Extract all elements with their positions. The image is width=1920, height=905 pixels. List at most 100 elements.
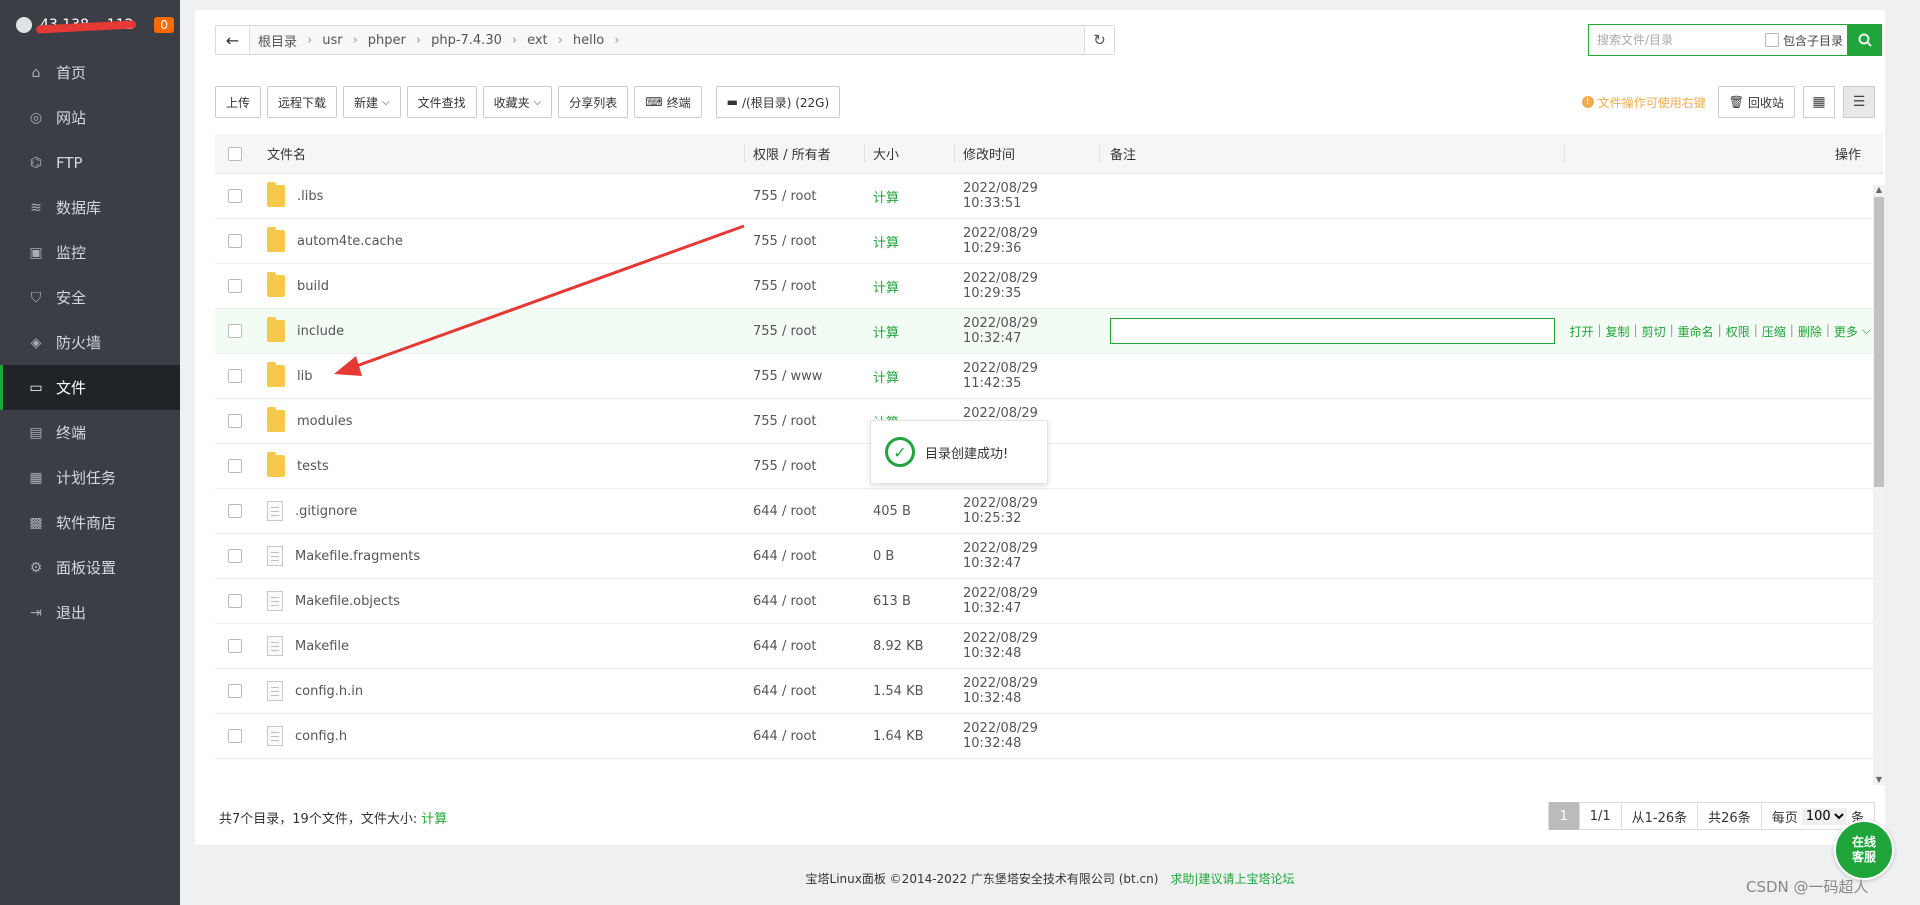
share-list-button[interactable]: 分享列表 bbox=[558, 86, 629, 118]
disk-button[interactable]: ▬/(根目录) (22G) bbox=[715, 86, 841, 118]
table-row[interactable]: modules755 / root计算2022/08/29 10:32:51 bbox=[215, 399, 1883, 444]
upload-button[interactable]: 上传 bbox=[215, 86, 262, 118]
file-size[interactable]: 计算 bbox=[865, 187, 955, 206]
breadcrumb-item[interactable]: usr bbox=[322, 33, 342, 48]
file-size[interactable]: 计算 bbox=[865, 367, 955, 386]
file-perm[interactable]: 644 / root bbox=[745, 549, 865, 564]
checkbox-icon[interactable] bbox=[1764, 33, 1779, 47]
file-name[interactable]: Makefile.objects bbox=[295, 594, 400, 609]
file-perm[interactable]: 755 / root bbox=[745, 459, 865, 474]
sidebar-item-9[interactable]: ▦ 计划任务 bbox=[0, 455, 180, 500]
breadcrumb-item[interactable]: php-7.4.30 bbox=[431, 33, 502, 48]
file-perm[interactable]: 755 / www bbox=[745, 369, 865, 384]
file-name[interactable]: autom4te.cache bbox=[297, 234, 403, 249]
row-checkbox[interactable] bbox=[228, 504, 242, 518]
header-name[interactable]: 文件名 bbox=[255, 144, 745, 163]
breadcrumb-item[interactable]: phper bbox=[368, 33, 406, 48]
file-perm[interactable]: 755 / root bbox=[745, 414, 865, 429]
row-action-0[interactable]: 打开 bbox=[1569, 323, 1593, 340]
terminal-button[interactable]: ⌨ 终端 bbox=[634, 86, 702, 118]
table-row[interactable]: config.h 644 / root 1.64 KB 2022/08/29 10:3… bbox=[215, 714, 1883, 759]
breadcrumb-item[interactable]: ext bbox=[527, 33, 548, 48]
table-row[interactable]: autom4te.cache 755 / root 计算 2022/08/29 10:… bbox=[215, 219, 1883, 264]
breadcrumb[interactable]: 根目录 › usr › phper › php-7.4.30 › ext › hello › bbox=[250, 26, 1084, 54]
file-perm[interactable]: 755 / root bbox=[745, 234, 865, 249]
header-perm[interactable]: 权限 / 所有者 bbox=[745, 144, 865, 163]
file-perm[interactable]: 755 / root bbox=[745, 279, 865, 294]
table-row[interactable]: config.h.in 644 / root 1.54 KB 2022/08/29 1… bbox=[215, 669, 1883, 714]
sidebar-item-2[interactable]: ⌬ FTP bbox=[0, 140, 180, 185]
row-action-2[interactable]: 剪切 bbox=[1642, 323, 1666, 340]
table-row[interactable]: .gitignore 644 / root 405 B 2022/08/29 10:2… bbox=[215, 489, 1883, 534]
row-action-7[interactable]: 更多 bbox=[1834, 323, 1858, 340]
favorites-dropdown-button[interactable]: 收藏夹 ⌵ bbox=[482, 86, 553, 118]
row-action-3[interactable]: 重命名 bbox=[1678, 323, 1714, 340]
file-size[interactable]: 计算 bbox=[865, 232, 955, 251]
row-checkbox[interactable] bbox=[228, 594, 242, 608]
grid-view-button[interactable]: ▦ bbox=[1803, 86, 1835, 118]
summary-calc-link[interactable]: 计算 bbox=[421, 812, 447, 827]
file-size[interactable]: 计算 bbox=[865, 322, 955, 341]
scroll-down-icon[interactable]: ▼ bbox=[1873, 775, 1885, 785]
list-view-button[interactable]: ☰ bbox=[1843, 86, 1875, 118]
file-name[interactable]: modules bbox=[297, 414, 353, 429]
search-button[interactable] bbox=[1848, 24, 1882, 56]
table-row[interactable]: .libs 755 / root 计算 2022/08/29 10:33:51 bbox=[215, 174, 1883, 219]
table-row[interactable]: Makefile.objects 644 / root 613 B 2022/08/2… bbox=[215, 579, 1883, 624]
file-name[interactable]: .libs bbox=[297, 189, 323, 204]
sidebar-item-10[interactable]: ▩ 软件商店 bbox=[0, 500, 180, 545]
header-size[interactable]: 大小 bbox=[865, 144, 955, 163]
row-action-4[interactable]: 权限 bbox=[1726, 323, 1750, 340]
file-name[interactable]: config.h bbox=[295, 729, 347, 744]
sidebar-item-11[interactable]: ⚙ 面板设置 bbox=[0, 545, 180, 590]
refresh-button[interactable]: ↻ bbox=[1084, 26, 1114, 54]
row-checkbox[interactable] bbox=[228, 369, 242, 383]
file-perm[interactable]: 755 / root bbox=[745, 189, 865, 204]
row-action-6[interactable]: 删除 bbox=[1798, 323, 1822, 340]
sidebar-item-1[interactable]: ◎ 网站 bbox=[0, 95, 180, 140]
table-row[interactable]: include 755 / root 计算 2022/08/29 10:32:47 打开… bbox=[215, 309, 1883, 354]
back-button[interactable]: ← bbox=[216, 26, 250, 54]
sidebar-item-5[interactable]: ⛉ 安全 bbox=[0, 275, 180, 320]
chevron-down-icon[interactable]: ⌵ bbox=[1862, 323, 1871, 340]
breadcrumb-item[interactable]: 根目录 bbox=[258, 31, 297, 50]
table-scrollbar[interactable]: ▲ ▼ bbox=[1873, 185, 1885, 785]
table-row[interactable]: build 755 / root 计算 2022/08/29 10:29:35 bbox=[215, 264, 1883, 309]
sidebar-item-3[interactable]: ≋ 数据库 bbox=[0, 185, 180, 230]
current-page[interactable]: 1 bbox=[1548, 802, 1579, 830]
file-name[interactable]: build bbox=[297, 279, 329, 294]
file-perm[interactable]: 755 / root bbox=[745, 324, 865, 339]
header-mtime[interactable]: 修改时间 bbox=[955, 144, 1100, 163]
row-checkbox[interactable] bbox=[228, 684, 242, 698]
file-perm[interactable]: 644 / root bbox=[745, 594, 865, 609]
per-page-select[interactable]: 100 bbox=[1801, 807, 1847, 825]
sidebar-item-12[interactable]: ⇥ 退出 bbox=[0, 590, 180, 635]
row-checkbox[interactable] bbox=[228, 639, 242, 653]
file-perm[interactable]: 644 / root bbox=[745, 639, 865, 654]
table-row[interactable]: Makefile.fragments 644 / root 0 B 2022/08/2… bbox=[215, 534, 1883, 579]
search-input[interactable] bbox=[1589, 26, 1749, 54]
row-checkbox[interactable] bbox=[228, 189, 242, 203]
sidebar-item-8[interactable]: ▤ 终端 bbox=[0, 410, 180, 455]
file-name[interactable]: .gitignore bbox=[295, 504, 357, 519]
file-name[interactable]: Makefile bbox=[295, 639, 349, 654]
sidebar-item-6[interactable]: ◈ 防火墙 bbox=[0, 320, 180, 365]
row-checkbox[interactable] bbox=[228, 729, 242, 743]
file-perm[interactable]: 644 / root bbox=[745, 729, 865, 744]
sidebar-item-7[interactable]: ▭ 文件 bbox=[0, 365, 180, 410]
file-size[interactable]: 计算 bbox=[865, 277, 955, 296]
row-checkbox[interactable] bbox=[228, 459, 242, 473]
note-input[interactable] bbox=[1110, 318, 1555, 344]
scrollbar-thumb[interactable] bbox=[1874, 197, 1884, 487]
sidebar-item-0[interactable]: ⌂ 首页 bbox=[0, 50, 180, 95]
file-perm[interactable]: 644 / root bbox=[745, 504, 865, 519]
table-row[interactable]: lib 755 / www 计算 2022/08/29 11:42:35 bbox=[215, 354, 1883, 399]
scroll-up-icon[interactable]: ▲ bbox=[1873, 185, 1885, 195]
file-name[interactable]: Makefile.fragments bbox=[295, 549, 420, 564]
forum-link[interactable]: 求助|建议请上宝塔论坛 bbox=[1170, 872, 1294, 886]
file-search-button[interactable]: 文件查找 bbox=[406, 86, 477, 118]
table-row[interactable]: Makefile 644 / root 8.92 KB 2022/08/29 10:3… bbox=[215, 624, 1883, 669]
remote-download-button[interactable]: 远程下载 bbox=[267, 86, 338, 118]
row-action-5[interactable]: 压缩 bbox=[1762, 323, 1786, 340]
include-subdir-checkbox[interactable]: 包含子目录 bbox=[1764, 32, 1847, 49]
